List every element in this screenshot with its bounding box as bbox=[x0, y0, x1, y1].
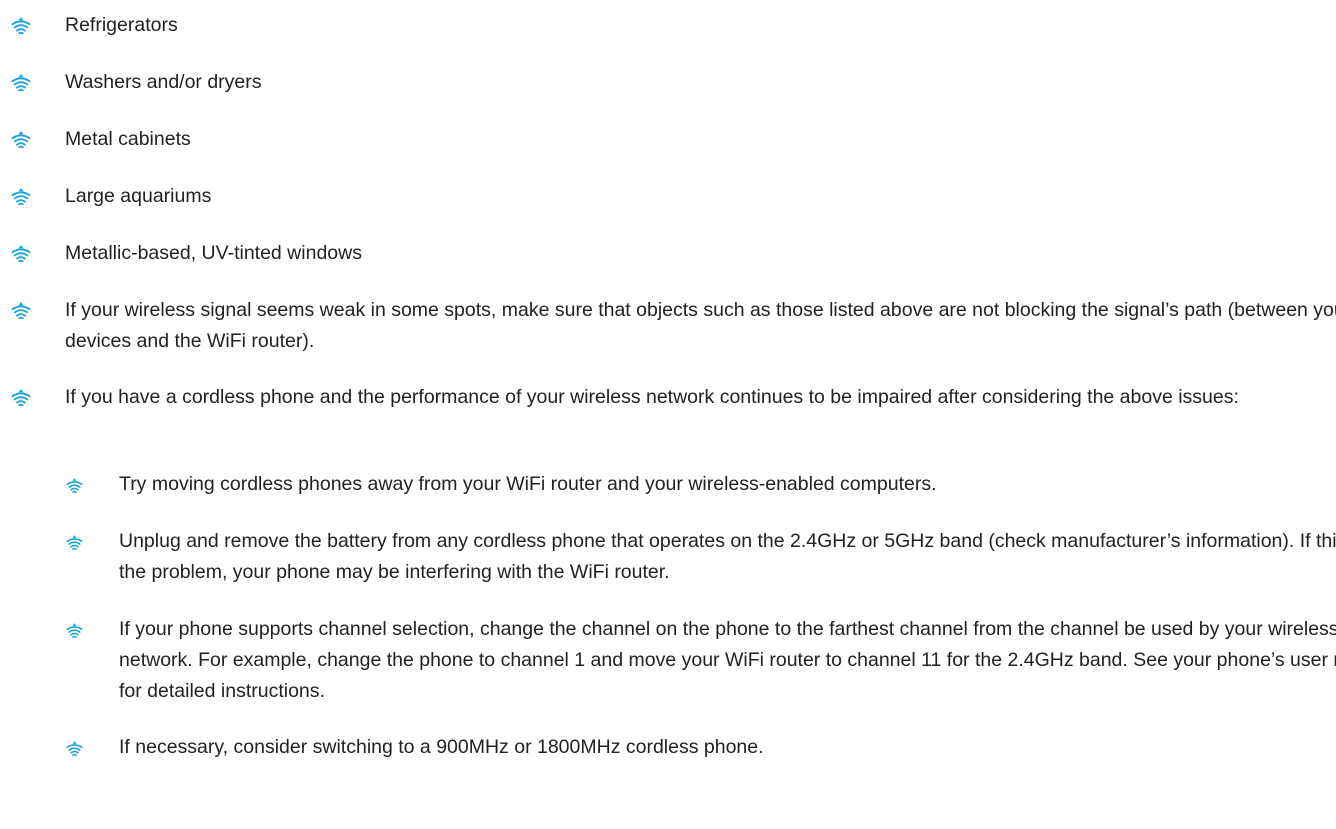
list-item-text: Large aquariums bbox=[65, 185, 212, 207]
wifi-signal-icon bbox=[66, 740, 83, 756]
wifi-signal-icon bbox=[11, 73, 31, 91]
wifi-signal-icon bbox=[66, 477, 83, 493]
list-item: Washers and/or dryers bbox=[0, 67, 1336, 98]
sub-list-item-text: Try moving cordless phones away from you… bbox=[119, 473, 937, 495]
wifi-signal-icon bbox=[66, 534, 83, 550]
wifi-signal-icon bbox=[11, 301, 31, 319]
sub-list-item-text: If your phone supports channel selection… bbox=[119, 618, 1336, 702]
wifi-signal-icon bbox=[11, 16, 31, 34]
list-item-text: If your wireless signal seems weak in so… bbox=[65, 299, 1336, 352]
wifi-signal-icon bbox=[11, 130, 31, 148]
list-item: If your wireless signal seems weak in so… bbox=[0, 295, 1336, 357]
sub-list-item-text: If necessary, consider switching to a 90… bbox=[119, 736, 764, 758]
wifi-signal-icon bbox=[11, 388, 31, 406]
sub-list-item: If necessary, consider switching to a 90… bbox=[0, 732, 1336, 763]
wifi-signal-icon bbox=[66, 622, 83, 638]
document-page: Refrigerators Washers and/or dryers Meta… bbox=[0, 0, 1336, 829]
list-item: Large aquariums bbox=[0, 181, 1336, 212]
wifi-signal-icon bbox=[11, 187, 31, 205]
list-item-text: Refrigerators bbox=[65, 14, 178, 36]
sub-list-item: Unplug and remove the battery from any c… bbox=[0, 526, 1336, 588]
list-item-text: Metallic-based, UV-tinted windows bbox=[65, 242, 362, 264]
list-item: Metallic-based, UV-tinted windows bbox=[0, 238, 1336, 269]
sub-list-item: Try moving cordless phones away from you… bbox=[0, 469, 1336, 500]
list-item: Metal cabinets bbox=[0, 124, 1336, 155]
list-item-text: Metal cabinets bbox=[65, 128, 191, 150]
sub-list-item-text: Unplug and remove the battery from any c… bbox=[119, 530, 1336, 583]
list-item-text: If you have a cordless phone and the per… bbox=[65, 386, 1239, 408]
list-item-text: Washers and/or dryers bbox=[65, 71, 262, 93]
list-item: If you have a cordless phone and the per… bbox=[0, 382, 1336, 413]
sub-list-item: If your phone supports channel selection… bbox=[0, 614, 1336, 707]
wifi-signal-icon bbox=[11, 244, 31, 262]
list-item: Refrigerators bbox=[0, 10, 1336, 41]
